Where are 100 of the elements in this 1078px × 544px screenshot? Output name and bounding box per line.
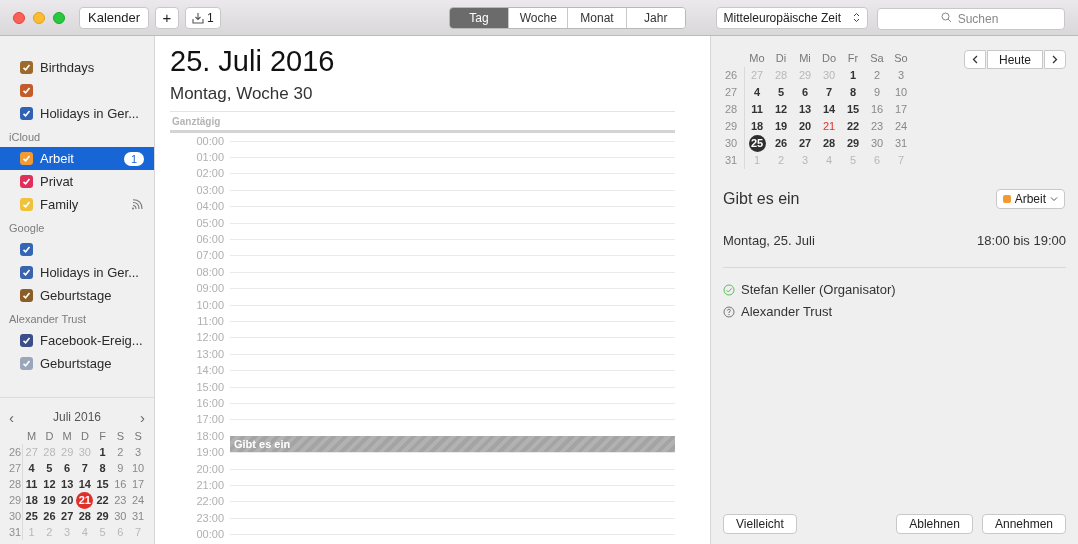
calendar-item[interactable]: Holidays in Ger... — [0, 102, 154, 125]
zoom-button[interactable] — [53, 11, 65, 24]
calendar-day[interactable]: 26 — [43, 507, 56, 525]
calendar-item[interactable]: Geburtstage — [0, 284, 154, 307]
calendar-name: Facebook-Ereig... — [40, 331, 144, 350]
calendar-name: Holidays in Ger... — [40, 104, 140, 123]
calendar-day[interactable]: 11 — [751, 101, 763, 118]
weekday-label: So — [893, 51, 909, 67]
maybe-button[interactable]: Vielleicht — [723, 514, 797, 534]
calendar-day[interactable]: 27 — [61, 507, 74, 525]
calendar-day[interactable]: 18 — [750, 118, 764, 135]
calendar-day[interactable]: 22 — [96, 491, 109, 509]
calendar-day[interactable]: 22 — [846, 118, 860, 135]
calendar-day[interactable]: 1 — [99, 443, 106, 461]
calendars-button[interactable]: Kalender — [79, 6, 150, 29]
calendar-day[interactable]: 21 — [76, 491, 94, 509]
hour-label: 09:00 — [195, 283, 224, 295]
calendar-day[interactable]: 4 — [28, 459, 35, 477]
calendar-day[interactable]: 27 — [798, 135, 812, 152]
calendar-day[interactable]: 26 — [774, 135, 788, 152]
calendar-day[interactable]: 12 — [774, 101, 788, 118]
week-number: 29 — [723, 118, 745, 135]
calendar-day[interactable]: 14 — [78, 475, 91, 493]
calendar-day[interactable]: 20 — [798, 118, 812, 135]
next-month-button[interactable]: › — [140, 409, 145, 425]
previous-button[interactable] — [964, 50, 986, 69]
calendar-day[interactable]: 28 — [78, 507, 91, 525]
calendar-day[interactable]: 11 — [25, 475, 38, 493]
week-number: 27 — [723, 84, 745, 101]
checkbox[interactable] — [20, 198, 33, 211]
hour-label: 18:00 — [195, 430, 224, 442]
week-number: 31 — [723, 152, 745, 169]
checkbox[interactable] — [20, 266, 33, 279]
calendar-day[interactable]: 1 — [849, 67, 857, 84]
add-button[interactable]: + — [155, 6, 179, 29]
calendar-day[interactable]: 18 — [25, 491, 38, 509]
today-button[interactable]: Heute — [987, 50, 1043, 69]
calendar-day[interactable]: 8 — [849, 84, 857, 101]
hour-label: 22:00 — [195, 496, 224, 508]
calendar-day[interactable]: 5 — [46, 459, 53, 477]
hour-label: 11:00 — [196, 316, 224, 327]
checkbox[interactable] — [20, 243, 33, 256]
checkmark-icon — [22, 63, 31, 72]
calendar-day[interactable]: 14 — [822, 101, 836, 118]
calendar-day[interactable]: 21 — [822, 118, 836, 135]
checkbox[interactable] — [20, 61, 33, 74]
checkbox[interactable] — [20, 107, 33, 120]
calendar-item[interactable]: Facebook-Ereig... — [0, 329, 154, 352]
response-button[interactable]: Ablehnen — [896, 514, 973, 534]
calendar-item[interactable]: Birthdays — [0, 56, 154, 79]
view-tab[interactable]: Tag — [449, 7, 509, 28]
checkmark-icon — [22, 359, 31, 368]
response-button[interactable]: Annehmen — [981, 514, 1066, 534]
calendar-day[interactable]: 5 — [777, 84, 785, 101]
calendar-day[interactable]: 12 — [43, 475, 56, 493]
calendar-day[interactable]: 6 — [801, 84, 809, 101]
week-number: 28 — [7, 476, 23, 492]
checkbox[interactable] — [20, 152, 33, 165]
close-button[interactable] — [13, 11, 25, 24]
calendar-name: Geburtstage — [40, 286, 113, 305]
hour-label: 04:00 — [195, 201, 224, 213]
calendar-item[interactable]: Family — [0, 193, 154, 216]
checkbox[interactable] — [20, 334, 33, 347]
inbox-button[interactable]: 1 — [184, 6, 221, 29]
calendar-day[interactable]: 4 — [753, 84, 761, 101]
hour-label: 08:00 — [195, 266, 224, 278]
calendar-item[interactable]: Geburtstage — [0, 352, 154, 375]
calendar-day[interactable]: 25 — [748, 135, 766, 152]
next-button[interactable] — [1044, 50, 1066, 69]
calendar-day[interactable]: 7 — [81, 459, 88, 477]
search-field[interactable]: Suchen — [877, 7, 1065, 30]
calendar-day[interactable]: 19 — [43, 491, 56, 509]
calendar-item[interactable]: Arbeit 1 — [0, 147, 154, 170]
calendar-select[interactable]: Arbeit — [995, 189, 1065, 209]
calendar-item[interactable]: Privat — [0, 170, 154, 193]
event-title: Gibt es ein — [234, 436, 291, 452]
previous-month-button[interactable]: ‹ — [9, 409, 14, 425]
calendar-day[interactable]: 15 — [846, 101, 860, 118]
calendar-day[interactable]: 8 — [99, 459, 106, 477]
calendar-day[interactable]: 13 — [61, 475, 74, 493]
checkbox[interactable] — [20, 84, 33, 97]
hour-label: 21:00 — [195, 479, 224, 491]
calendar-day[interactable]: 25 — [25, 507, 38, 525]
view-tab[interactable]: Jahr — [625, 7, 685, 28]
calendar-day[interactable]: 28 — [822, 135, 836, 152]
calendar-day[interactable]: 29 — [96, 507, 109, 525]
checkbox[interactable] — [20, 357, 33, 370]
calendar-day[interactable]: 19 — [774, 118, 788, 135]
calendar-item[interactable]: Holidays in Ger... — [0, 261, 154, 284]
calendar-day[interactable]: 15 — [96, 475, 109, 493]
checkbox[interactable] — [20, 175, 33, 188]
calendar-day[interactable]: 13 — [798, 101, 812, 118]
calendar-day[interactable]: 29 — [846, 135, 860, 152]
calendar-day[interactable]: 6 — [64, 459, 71, 477]
calendar-day[interactable]: 7 — [825, 84, 833, 101]
timezone-select[interactable]: Mitteleuropäische Zeit — [715, 6, 868, 29]
checkbox[interactable] — [20, 289, 33, 302]
week-number: 29 — [7, 492, 23, 508]
calendar-day[interactable]: 20 — [61, 491, 74, 509]
month-title: Juli 2016 — [52, 409, 101, 426]
